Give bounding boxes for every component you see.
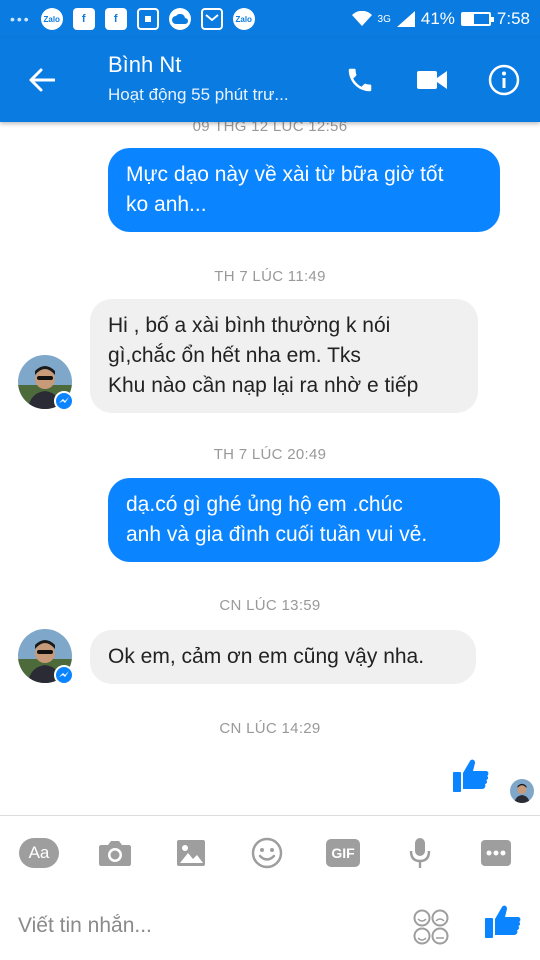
camera-button[interactable] <box>93 828 137 878</box>
network-type: 3G <box>377 13 391 25</box>
input-row <box>0 896 540 956</box>
gmail-icon <box>200 8 223 30</box>
status-bar: ••• Zalo f f Zalo 3G 41% 7:58 <box>0 0 540 38</box>
zalo-icon: Zalo <box>232 8 255 30</box>
message-input[interactable] <box>18 906 398 946</box>
facebook-icon: f <box>72 8 95 30</box>
phone-icon <box>348 68 372 92</box>
zalo-icon: Zalo <box>40 8 63 30</box>
message-line: dạ.có gì ghé ủng hộ em .chúc <box>126 493 403 516</box>
conversation-header: Bình Nt Hoạt động 55 phút trư... <box>0 38 540 122</box>
camera-icon <box>99 841 131 866</box>
timestamp: CN LÚC 13:59 <box>219 597 321 614</box>
message-line: anh và gia đình cuối tuần vui vẻ. <box>126 523 428 546</box>
battery-icon <box>460 12 494 26</box>
more-options-button[interactable] <box>474 828 518 878</box>
message-bubble-outgoing[interactable]: Mực dạo này về xài từ bữa giờ tốt ko anh… <box>108 148 500 232</box>
gif-button[interactable]: GIF <box>321 828 365 878</box>
gif-icon: GIF <box>326 839 360 867</box>
composer-toolbar: Aa GIF <box>0 828 540 878</box>
more-icon <box>481 840 511 866</box>
messenger-badge-icon <box>54 391 74 411</box>
photo-gallery-button[interactable] <box>169 828 213 878</box>
aa-icon: Aa <box>19 838 59 868</box>
facebook-icon: f <box>104 8 127 30</box>
scan-icon <box>136 8 159 30</box>
message-line: gì,chắc ổn hết nha em. Tks <box>108 344 361 367</box>
more-dots-icon: ••• <box>10 11 31 27</box>
info-icon <box>488 64 520 96</box>
message-bubble-outgoing[interactable]: dạ.có gì ghé ủng hộ em .chúc anh và gia … <box>108 478 500 562</box>
message-line: ko anh... <box>126 193 207 216</box>
contact-avatar[interactable] <box>18 629 74 685</box>
message-line: Ok em, cảm ơn em cũng vậy nha. <box>108 645 425 668</box>
message-bubble-incoming[interactable]: Hi , bố a xài bình thường k nói gì,chắc … <box>90 299 478 413</box>
image-icon <box>177 840 205 866</box>
thumbs-up-icon <box>453 759 489 792</box>
contact-info[interactable]: Bình Nt Hoạt động 55 phút trư... <box>108 52 289 105</box>
seen-indicator-avatar <box>510 779 534 803</box>
message-line: Mực dạo này về xài từ bữa giờ tốt <box>126 163 444 186</box>
timestamp: TH 7 LÚC 20:49 <box>213 446 327 463</box>
sticker-faces-icon <box>413 909 449 945</box>
back-button[interactable] <box>22 62 62 98</box>
voice-message-button[interactable] <box>398 828 442 878</box>
message-line: Khu nào cần nạp lại ra nhờ e tiếp <box>108 374 419 397</box>
signal-icon <box>396 11 415 27</box>
contact-avatar[interactable] <box>18 355 74 411</box>
cloud-icon <box>168 8 191 30</box>
message-list[interactable]: 09 THG 12 LÚC 12:56 Mực dạo này về xài t… <box>0 122 540 815</box>
notification-icons: ••• Zalo f f Zalo <box>10 8 255 30</box>
timestamp: 09 THG 12 LÚC 12:56 <box>192 122 348 135</box>
thumbs-up-icon <box>485 905 521 938</box>
message-bubble-incoming[interactable]: Ok em, cảm ơn em cũng vậy nha. <box>90 630 476 684</box>
composer: Aa GIF <box>0 815 540 960</box>
info-button[interactable] <box>484 60 524 100</box>
wifi-icon <box>351 11 372 26</box>
battery-percent: 41% <box>420 9 455 28</box>
messenger-badge-icon <box>54 665 74 685</box>
timestamp: CN LÚC 14:29 <box>219 720 321 737</box>
active-status: Hoạt động 55 phút trư... <box>108 85 289 104</box>
send-like-button[interactable] <box>484 904 524 944</box>
voice-call-button[interactable] <box>340 60 380 100</box>
clock: 7:58 <box>496 9 530 28</box>
sticker-button[interactable] <box>412 908 450 946</box>
microphone-icon <box>409 838 431 868</box>
contact-name: Bình Nt <box>108 52 182 77</box>
message-line: Hi , bố a xài bình thường k nói <box>108 314 391 337</box>
emoji-button[interactable] <box>245 828 289 878</box>
video-camera-icon <box>417 71 447 89</box>
back-arrow-icon <box>29 68 55 92</box>
text-format-button[interactable]: Aa <box>17 828 61 878</box>
timestamp: TH 7 LÚC 11:49 <box>214 268 326 285</box>
smiley-icon <box>251 837 283 869</box>
sent-like-sticker[interactable] <box>452 758 490 799</box>
video-call-button[interactable] <box>412 60 452 100</box>
